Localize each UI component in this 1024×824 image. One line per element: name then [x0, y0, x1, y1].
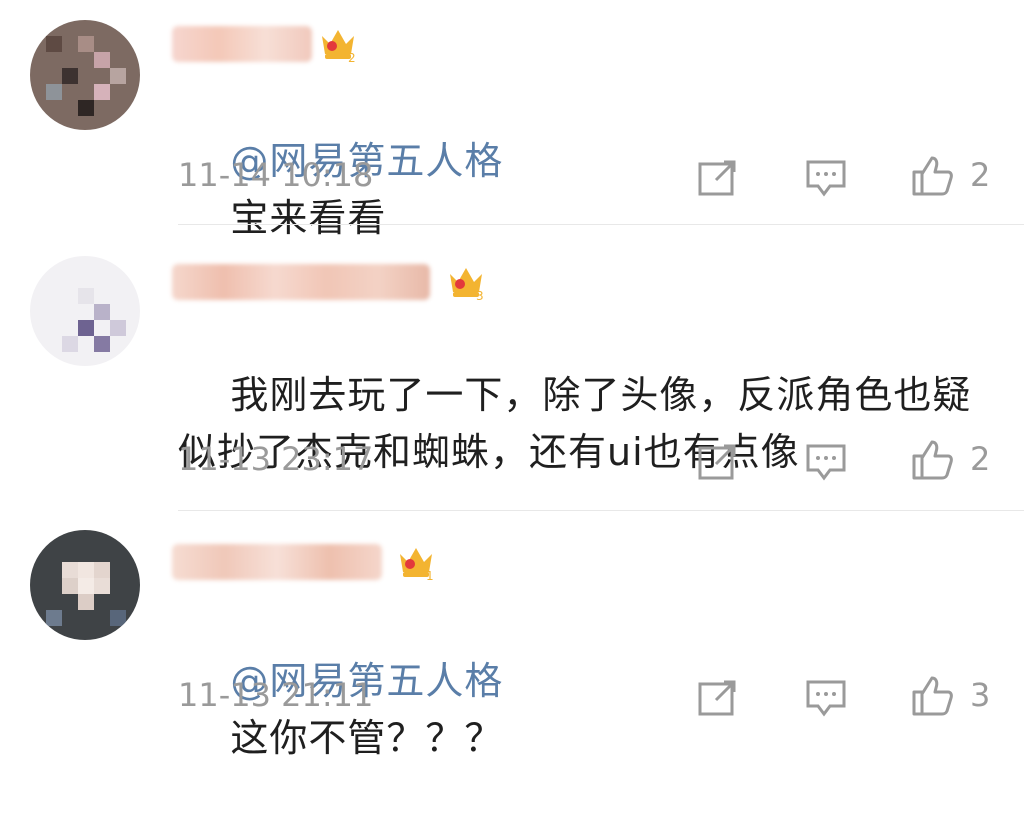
comment-item: 1 @网易第五人格 这你不管？？？ 11-13 21:11 3 — [0, 524, 1024, 760]
thumbs-up-icon[interactable] — [910, 438, 954, 482]
avatar[interactable] — [30, 530, 140, 640]
comment-timestamp: 11-13 21:11 — [178, 676, 374, 714]
comment-timestamp: 11-14 10:18 — [178, 156, 374, 194]
vip-crown-icon: 2 — [322, 30, 356, 64]
comment-icon[interactable] — [804, 676, 848, 720]
comment-icon[interactable] — [804, 440, 848, 484]
vip-crown-icon: 3 — [450, 268, 484, 302]
like-count: 3 — [970, 676, 991, 714]
thumbs-up-icon[interactable] — [910, 674, 954, 718]
thumbs-up-icon[interactable] — [910, 154, 954, 198]
vip-crown-icon: 1 — [400, 548, 434, 582]
share-icon[interactable] — [696, 676, 740, 720]
share-icon[interactable] — [696, 156, 740, 200]
comment-icon[interactable] — [804, 156, 848, 200]
share-icon[interactable] — [696, 440, 740, 484]
comment-timestamp: 11-13 23:17 — [178, 440, 374, 478]
comment-text: 我刚去玩了一下，除了头像，反派角色也疑 似抄了杰克和蜘蛛，还有ui也有点像 — [178, 373, 972, 474]
username-blurred[interactable] — [172, 26, 312, 62]
like-count: 2 — [970, 156, 991, 194]
divider — [178, 510, 1024, 511]
svg-text:2: 2 — [348, 51, 356, 64]
svg-text:1: 1 — [426, 569, 434, 582]
avatar[interactable] — [30, 20, 140, 130]
svg-text:3: 3 — [476, 289, 484, 302]
comment-item: 3 我刚去玩了一下，除了头像，反派角色也疑 似抄了杰克和蜘蛛，还有ui也有点像 … — [0, 240, 1024, 510]
username-blurred[interactable] — [172, 264, 430, 300]
divider — [178, 224, 1024, 225]
like-count: 2 — [970, 440, 991, 478]
comment-item: 2 @网易第五人格 宝来看看 11-14 10:18 2 — [0, 0, 1024, 240]
avatar[interactable] — [30, 256, 140, 366]
username-blurred[interactable] — [172, 544, 382, 580]
